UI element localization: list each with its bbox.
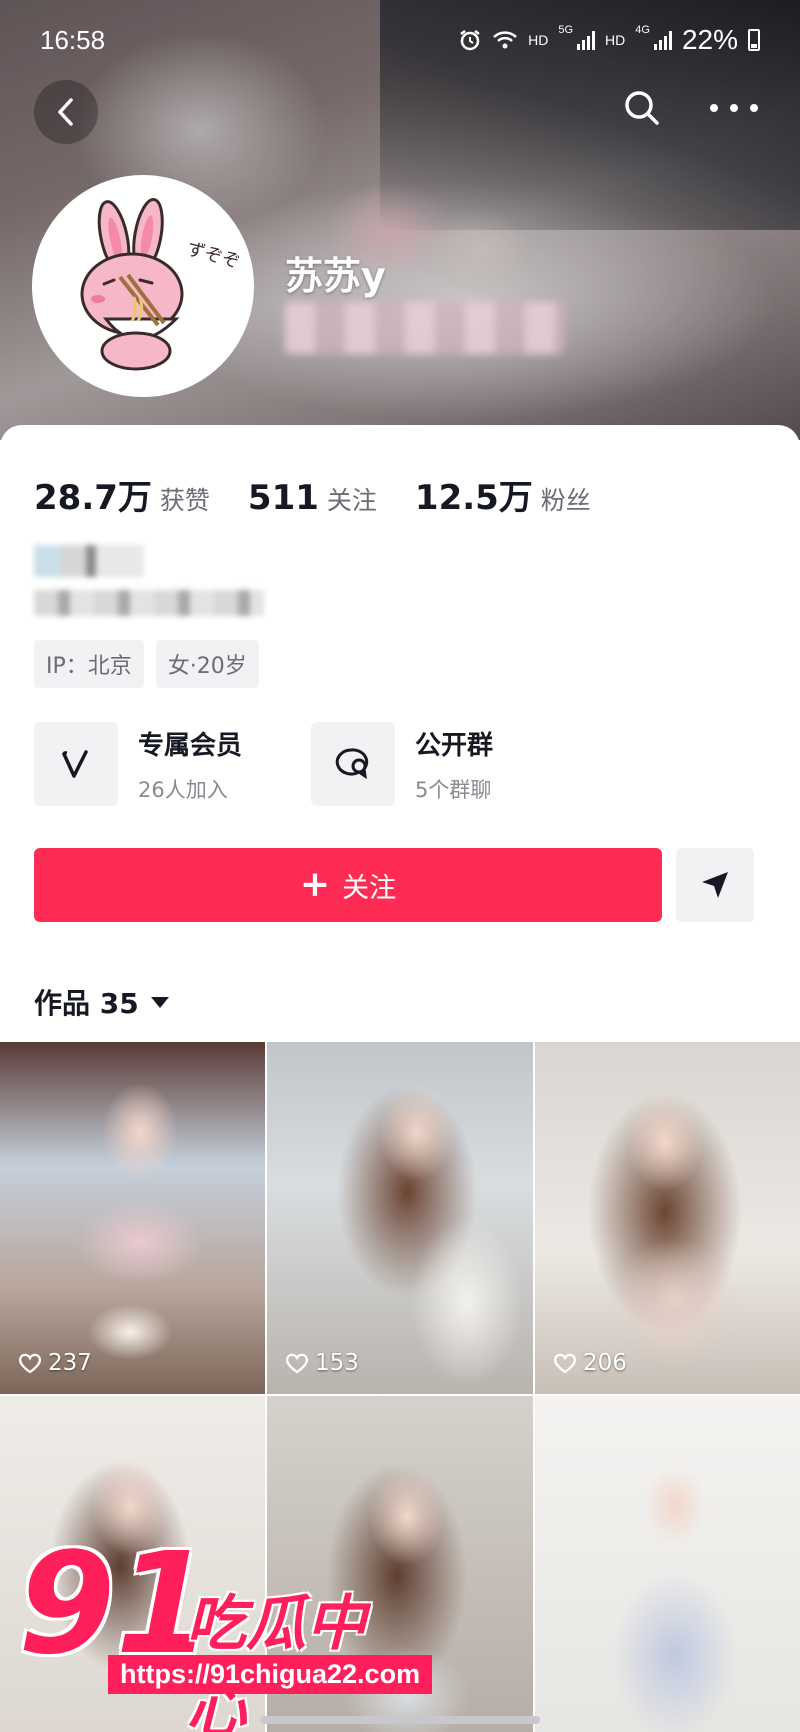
- signal-icon-2: [653, 30, 672, 50]
- profile-tags: IP：北京 女·20岁: [34, 640, 259, 688]
- membership-subtitle: 26人加入: [138, 777, 228, 802]
- blurred-bio-line-1: [34, 545, 144, 577]
- watermark-url: https://91chigua22.com: [108, 1655, 433, 1694]
- wifi-icon: [493, 31, 517, 49]
- send-arrow-icon: [702, 872, 728, 898]
- share-button[interactable]: [676, 848, 754, 922]
- watermark-brand: 吃瓜中心: [186, 1589, 366, 1732]
- status-time: 16:58: [40, 24, 106, 55]
- follow-button[interactable]: + 关注: [34, 848, 662, 922]
- like-count: 153: [315, 1350, 359, 1376]
- search-button[interactable]: [622, 88, 662, 128]
- status-indicators: HD 5G HD 4G 22%: [458, 24, 760, 56]
- home-indicator[interactable]: [260, 1716, 540, 1724]
- network-gen-2: 4G: [635, 24, 650, 36]
- profile-stats: 28.7万 获赞 511 关注 12.5万 粉丝: [34, 470, 629, 519]
- back-button[interactable]: [34, 80, 98, 144]
- caret-down-icon: [150, 996, 169, 1008]
- gender-age-tag: 女·20岁: [155, 640, 259, 688]
- heart-icon: [554, 1353, 576, 1374]
- more-icon: [710, 104, 718, 112]
- follow-label: 关注: [342, 872, 397, 904]
- battery-percent: 22%: [681, 24, 738, 55]
- video-tile[interactable]: 206: [535, 1042, 800, 1394]
- alarm-icon: [460, 30, 480, 51]
- watermark-number: 91: [18, 1523, 213, 1686]
- v-icon: [62, 750, 88, 778]
- video-tile[interactable]: [535, 1396, 800, 1732]
- video-tile[interactable]: 237: [0, 1042, 265, 1394]
- chat-group-icon: [335, 748, 369, 780]
- bunny-eating-noodles-icon: ずぞぞ: [36, 179, 250, 393]
- avatar[interactable]: ずぞぞ: [32, 175, 254, 397]
- followers-label[interactable]: 粉丝: [541, 481, 591, 517]
- plus-icon: +: [299, 864, 331, 905]
- membership-title: 专属会员: [138, 730, 243, 761]
- back-icon: [58, 98, 73, 126]
- public-group-entry[interactable]: 公开群 5个群聊: [311, 722, 493, 806]
- following-label[interactable]: 关注: [327, 481, 377, 517]
- network-hd-1: HD: [528, 32, 549, 48]
- profile-nickname: 苏苏y: [285, 254, 386, 298]
- network-hd-2: HD: [605, 32, 626, 48]
- exclusive-membership-entry[interactable]: 专属会员 26人加入: [34, 722, 242, 806]
- following-count[interactable]: 511: [248, 478, 319, 518]
- like-count: 237: [48, 1350, 92, 1376]
- blurred-bio-line-2: [34, 590, 264, 616]
- like-count: 206: [583, 1350, 627, 1376]
- network-gen-1: 5G: [558, 24, 574, 36]
- more-button[interactable]: [710, 88, 758, 128]
- works-tab[interactable]: 作品 35: [34, 982, 169, 1022]
- signal-icon: [577, 30, 596, 50]
- heart-icon: [19, 1353, 41, 1374]
- blurred-account-id: [285, 302, 565, 354]
- search-icon: [625, 91, 659, 125]
- watermark: 91 吃瓜中心 https://91chigua22.com: [18, 1523, 433, 1732]
- ip-location-tag: IP：北京: [34, 640, 144, 688]
- heart-icon: [286, 1353, 308, 1374]
- video-tile[interactable]: 153: [267, 1042, 533, 1394]
- battery-icon: [748, 29, 760, 51]
- followers-count[interactable]: 12.5万: [415, 470, 533, 519]
- works-label: 作品 35: [34, 987, 139, 1020]
- likes-count[interactable]: 28.7万: [34, 470, 152, 519]
- group-title: 公开群: [415, 730, 494, 761]
- status-bar: 16:58 HD 5G HD 4G 22%: [0, 20, 800, 60]
- likes-label[interactable]: 获赞: [160, 481, 210, 517]
- group-subtitle: 5个群聊: [415, 777, 492, 802]
